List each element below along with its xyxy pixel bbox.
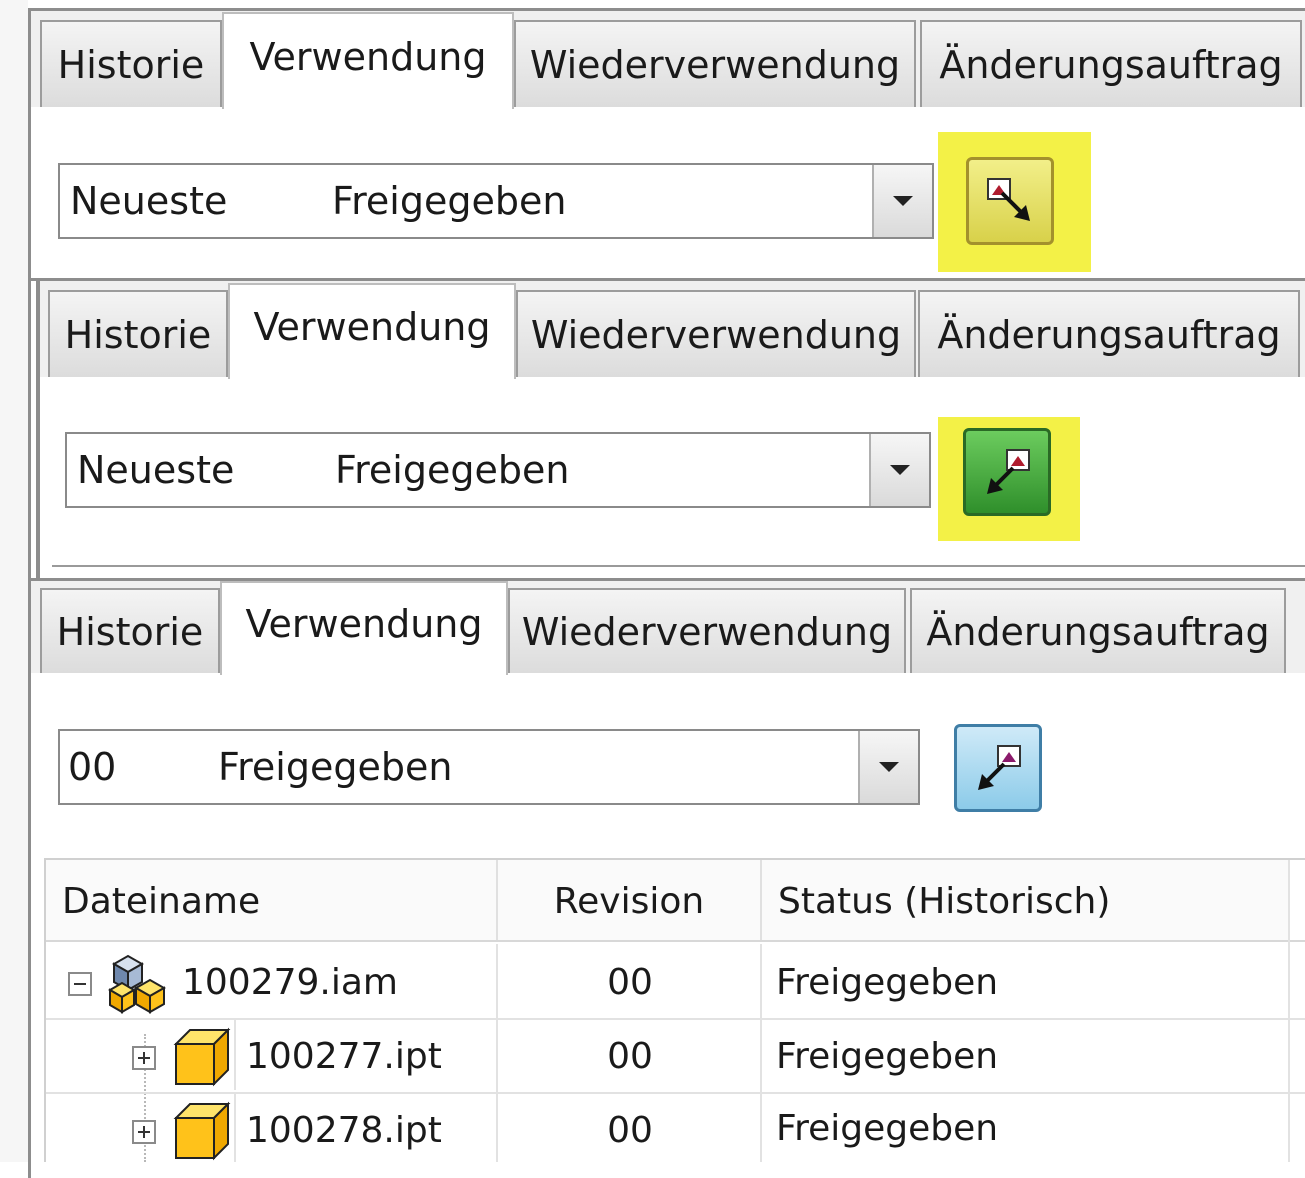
expand-icon[interactable] bbox=[132, 1120, 156, 1144]
version-value: Neueste bbox=[70, 179, 228, 223]
state-value: Freigegeben bbox=[218, 745, 453, 789]
collapse-icon[interactable] bbox=[68, 972, 92, 996]
cell-revision: 00 bbox=[607, 1109, 653, 1151]
column-divider bbox=[760, 944, 762, 1162]
cell-revision: 00 bbox=[607, 961, 653, 1003]
dropdown-arrow[interactable] bbox=[872, 165, 932, 237]
cell-filename: 100278.ipt bbox=[246, 1109, 442, 1151]
tab-historie[interactable]: Historie bbox=[40, 588, 220, 673]
tab-wiederverwendung[interactable]: Wiederverwendung bbox=[514, 20, 916, 107]
navigate-button[interactable] bbox=[954, 724, 1042, 812]
assembly-icon bbox=[108, 954, 167, 1014]
tab-aenderungsauftrag[interactable]: Änderungsauftrag bbox=[918, 290, 1300, 377]
version-value: 00 bbox=[68, 745, 117, 789]
cell-divider bbox=[234, 1020, 236, 1090]
version-combo[interactable]: Neueste Freigegeben bbox=[58, 163, 934, 239]
part-icon bbox=[173, 1027, 231, 1087]
tab-historie[interactable]: Historie bbox=[40, 20, 222, 107]
panel-divider bbox=[52, 565, 1305, 567]
cell-filename: 100277.ipt bbox=[246, 1035, 442, 1077]
expand-icon[interactable] bbox=[132, 1046, 156, 1070]
chevron-down-icon bbox=[879, 762, 899, 772]
dropdown-arrow[interactable] bbox=[858, 731, 918, 803]
navigate-button[interactable] bbox=[966, 157, 1054, 245]
column-header-dateiname[interactable]: Dateiname bbox=[46, 860, 498, 942]
dropdown-arrow[interactable] bbox=[869, 434, 929, 506]
column-header-status[interactable]: Status (Historisch) bbox=[762, 860, 1290, 942]
cell-divider bbox=[234, 1094, 236, 1162]
tab-wiederverwendung[interactable]: Wiederverwendung bbox=[516, 290, 916, 377]
navigate-button[interactable] bbox=[963, 428, 1051, 516]
column-divider bbox=[1288, 860, 1290, 1162]
cell-revision: 00 bbox=[607, 1035, 653, 1077]
tab-aenderungsauftrag[interactable]: Änderungsauftrag bbox=[920, 20, 1302, 107]
version-value: Neueste bbox=[77, 448, 235, 492]
chevron-down-icon bbox=[893, 196, 913, 206]
version-combo[interactable]: Neueste Freigegeben bbox=[65, 432, 931, 508]
tab-aenderungsauftrag[interactable]: Änderungsauftrag bbox=[910, 588, 1286, 673]
tab-verwendung[interactable]: Verwendung bbox=[220, 581, 508, 675]
cell-status: Freigegeben bbox=[776, 961, 999, 1003]
header-divider bbox=[46, 940, 1305, 942]
arrow-up-left-icon bbox=[978, 745, 1021, 790]
cell-status: Freigegeben bbox=[776, 1107, 999, 1149]
column-header-revision[interactable]: Revision bbox=[498, 860, 762, 942]
cell-status: Freigegeben bbox=[776, 1035, 999, 1077]
arrow-down-right-icon bbox=[987, 178, 1030, 221]
tab-verwendung[interactable]: Verwendung bbox=[222, 12, 514, 109]
column-divider bbox=[496, 944, 498, 1162]
state-value: Freigegeben bbox=[335, 448, 570, 492]
arrow-up-left-icon bbox=[987, 449, 1030, 494]
tab-verwendung[interactable]: Verwendung bbox=[228, 283, 516, 379]
version-combo[interactable]: 00 Freigegeben bbox=[58, 729, 920, 805]
chevron-down-icon bbox=[890, 465, 910, 475]
tab-wiederverwendung[interactable]: Wiederverwendung bbox=[508, 588, 906, 673]
left-margin bbox=[0, 0, 28, 1162]
part-icon bbox=[173, 1101, 231, 1161]
cell-filename: 100279.iam bbox=[182, 961, 398, 1003]
tab-historie[interactable]: Historie bbox=[48, 290, 228, 377]
state-value: Freigegeben bbox=[332, 179, 567, 223]
